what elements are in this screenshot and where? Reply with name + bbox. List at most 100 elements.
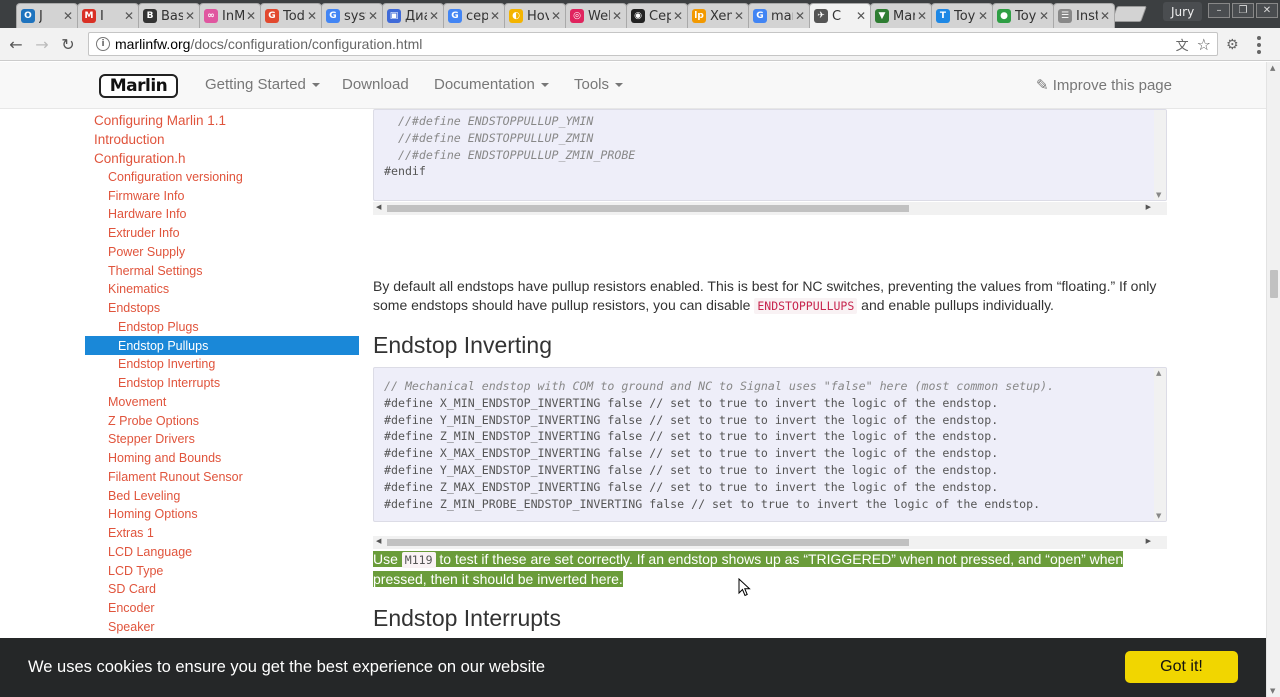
- sidebar-item[interactable]: Power Supply: [85, 242, 359, 261]
- code-hscrollbar[interactable]: ◀▶: [373, 202, 1167, 215]
- tab-close-icon[interactable]: ✕: [63, 9, 73, 23]
- browser-tab[interactable]: Gmar✕: [748, 3, 810, 28]
- browser-tab[interactable]: T Toy ✕: [931, 3, 993, 28]
- tab-close-icon[interactable]: ✕: [124, 9, 134, 23]
- sidebar-item[interactable]: Encoder: [85, 599, 359, 618]
- browser-tab[interactable]: Gcep ✕: [443, 3, 505, 28]
- sidebar-item[interactable]: LCD Language: [85, 542, 359, 561]
- sidebar-item[interactable]: Endstop Plugs: [85, 317, 359, 336]
- extension-icon[interactable]: ⚙: [1226, 37, 1244, 53]
- sidebar-item[interactable]: Movement: [85, 392, 359, 411]
- code-line: //#define ENDSTOPPULLUP_YMIN: [384, 114, 594, 128]
- sidebar-item[interactable]: Stepper Drivers: [85, 430, 359, 449]
- browser-tab[interactable]: M I ✕: [77, 3, 139, 28]
- sidebar-item[interactable]: Configuration versioning: [85, 167, 359, 186]
- sidebar-item[interactable]: Extras 1: [85, 524, 359, 543]
- tab-close-icon[interactable]: ✕: [307, 9, 317, 23]
- sidebar-item[interactable]: Filament Runout Sensor: [85, 467, 359, 486]
- restore-icon[interactable]: ❐: [1232, 3, 1254, 18]
- nav-documentation[interactable]: Documentation: [434, 76, 549, 93]
- tab-close-icon[interactable]: ✕: [978, 9, 988, 23]
- tab-title: Toy: [1015, 8, 1037, 24]
- cookie-accept-button[interactable]: Got it!: [1125, 651, 1238, 683]
- browser-tab[interactable]: ☰ Inst ✕: [1053, 3, 1115, 28]
- sidebar-item[interactable]: Kinematics: [85, 280, 359, 299]
- sidebar-item[interactable]: Thermal Settings: [85, 261, 359, 280]
- browser-tab[interactable]: O J ✕: [16, 3, 78, 28]
- bookmark-star-icon[interactable]: ☆: [1197, 35, 1211, 54]
- code-hscrollbar[interactable]: ◀▶: [373, 536, 1167, 549]
- browser-tab[interactable]: G Tod ✕: [260, 3, 322, 28]
- browser-tab[interactable]: ∞ InM ✕: [199, 3, 261, 28]
- tab-close-icon[interactable]: ✕: [917, 9, 927, 23]
- sidebar-item[interactable]: Homing and Bounds: [85, 449, 359, 468]
- code-scrollbar[interactable]: ▼: [1154, 110, 1166, 200]
- tab-close-icon[interactable]: ✕: [612, 9, 622, 23]
- tab-close-icon[interactable]: ✕: [795, 9, 805, 23]
- tab-close-icon[interactable]: ✕: [368, 9, 378, 23]
- tab-close-icon[interactable]: ✕: [1100, 9, 1110, 23]
- cookie-banner: We uses cookies to ensure you get the be…: [0, 638, 1266, 697]
- tab-close-icon[interactable]: ✕: [185, 9, 195, 23]
- browser-tab[interactable]: ◉ Cep✕: [626, 3, 688, 28]
- new-tab-button[interactable]: [1111, 6, 1147, 22]
- sidebar-item[interactable]: Configuration.h: [85, 149, 359, 168]
- browser-tab[interactable]: Gsyst✕: [321, 3, 383, 28]
- sidebar-item[interactable]: Endstop Pullups: [85, 336, 359, 355]
- tab-close-icon[interactable]: ✕: [856, 9, 866, 23]
- nav-download[interactable]: Download: [342, 76, 409, 93]
- tab-close-icon[interactable]: ✕: [490, 9, 500, 23]
- sidebar-item[interactable]: SD Card: [85, 580, 359, 599]
- sidebar-item[interactable]: LCD Type: [85, 561, 359, 580]
- browser-tab[interactable]: ▼ Mar✕: [870, 3, 932, 28]
- translate-icon[interactable]: ⽂: [1176, 35, 1189, 54]
- sidebar-item-label: Homing and Bounds: [108, 451, 222, 465]
- sidebar-item[interactable]: Speaker: [85, 617, 359, 636]
- nav-getting-started[interactable]: Getting Started: [205, 76, 320, 93]
- tab-close-icon[interactable]: ✕: [734, 9, 744, 23]
- tab-favicon-icon: G: [448, 9, 462, 23]
- profile-button[interactable]: Jury: [1163, 2, 1203, 21]
- minimize-icon[interactable]: –: [1208, 3, 1230, 18]
- sidebar-item[interactable]: Configuring Marlin 1.1: [85, 111, 359, 130]
- sidebar-item[interactable]: Extruder Info: [85, 224, 359, 243]
- browser-tab[interactable]: ✈ C ✕: [809, 3, 871, 28]
- tab-close-icon[interactable]: ✕: [551, 9, 561, 23]
- url-text[interactable]: marlinfw.org/docs/configuration/configur…: [115, 36, 1176, 52]
- sidebar-item[interactable]: Z Probe Options: [85, 411, 359, 430]
- back-icon[interactable]: ←: [6, 34, 26, 54]
- improve-page-link[interactable]: ✎ Improve this page: [1036, 76, 1172, 94]
- code-scrollbar[interactable]: ▲▼: [1154, 368, 1166, 521]
- marlin-logo[interactable]: Marlin: [99, 74, 178, 98]
- browser-tab[interactable]: ● Toy ✕: [992, 3, 1054, 28]
- page-scrollbar[interactable]: ▲ ▼: [1266, 62, 1280, 697]
- sidebar-item[interactable]: Firmware Info: [85, 186, 359, 205]
- browser-menu-icon[interactable]: [1256, 36, 1262, 54]
- info-icon[interactable]: i: [96, 37, 110, 51]
- browser-tab[interactable]: ◎ Wel ✕: [565, 3, 627, 28]
- sidebar-item[interactable]: Endstops: [85, 299, 359, 318]
- sidebar-item[interactable]: Endstop Inverting: [85, 355, 359, 374]
- code-line: // Mechanical endstop with COM to ground…: [384, 379, 1055, 393]
- tab-close-icon[interactable]: ✕: [429, 9, 439, 23]
- page-scrollbar-thumb[interactable]: [1270, 270, 1278, 298]
- close-window-icon[interactable]: ✕: [1256, 3, 1278, 18]
- nav-tools[interactable]: Tools: [574, 76, 624, 93]
- tab-close-icon[interactable]: ✕: [246, 9, 256, 23]
- forward-icon[interactable]: →: [32, 34, 52, 54]
- browser-tab[interactable]: ▣ Диа✕: [382, 3, 444, 28]
- sidebar-item[interactable]: Introduction: [85, 130, 359, 149]
- sidebar-item[interactable]: Endstop Interrupts: [85, 374, 359, 393]
- browser-tab[interactable]: ◐ Hov✕: [504, 3, 566, 28]
- sidebar-item[interactable]: Bed Leveling: [85, 486, 359, 505]
- tab-close-icon[interactable]: ✕: [673, 9, 683, 23]
- reload-icon[interactable]: ↻: [58, 34, 78, 54]
- address-bar[interactable]: i marlinfw.org/docs/configuration/config…: [88, 32, 1218, 56]
- inline-code: ENDSTOPPULLUPS: [754, 298, 858, 314]
- tab-close-icon[interactable]: ✕: [1039, 9, 1049, 23]
- sidebar-item-label: Extruder Info: [108, 226, 180, 240]
- sidebar-item[interactable]: Hardware Info: [85, 205, 359, 224]
- browser-tab[interactable]: B Bas ✕: [138, 3, 200, 28]
- browser-tab[interactable]: lp Xen✕: [687, 3, 749, 28]
- sidebar-item[interactable]: Homing Options: [85, 505, 359, 524]
